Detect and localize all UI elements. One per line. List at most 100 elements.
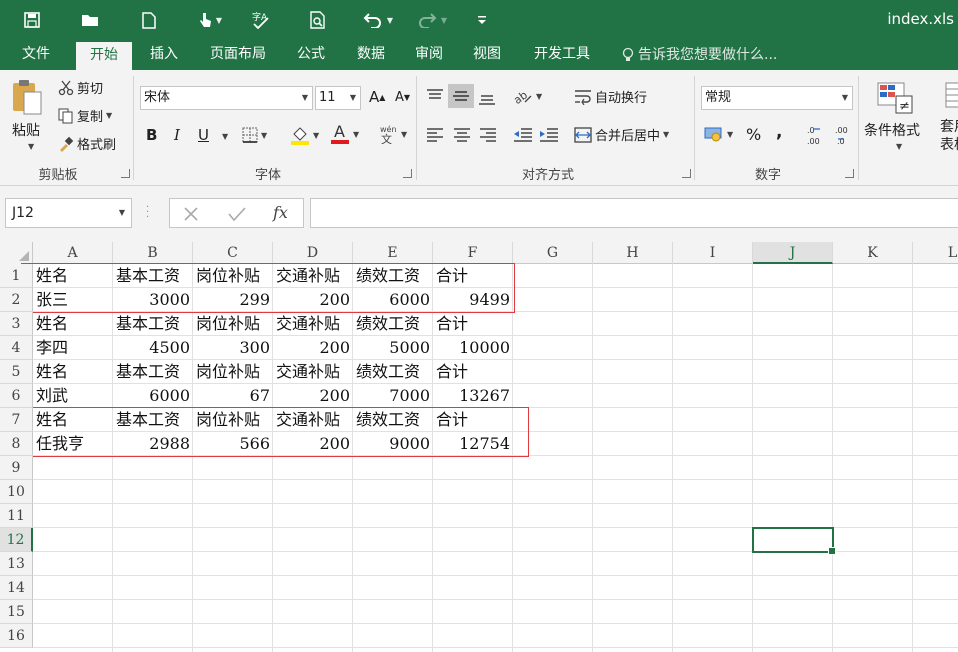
cell-c4[interactable]: 300 — [193, 336, 273, 360]
column-header-a[interactable]: A — [33, 242, 113, 264]
tab-page-layout[interactable]: 页面布局 — [196, 40, 280, 70]
cell-b6[interactable]: 6000 — [113, 384, 193, 408]
row-header-5[interactable]: 5 — [0, 360, 33, 384]
print-preview-icon[interactable] — [306, 8, 330, 32]
tab-developer[interactable]: 开发工具 — [520, 40, 604, 70]
cell-a4[interactable]: 李四 — [33, 336, 113, 360]
cell-e3[interactable]: 绩效工资 — [353, 312, 433, 336]
row-header-11[interactable]: 11 — [0, 504, 33, 528]
column-header-k[interactable]: K — [833, 242, 913, 264]
spelling-icon[interactable]: 字A — [248, 8, 274, 32]
tab-insert[interactable]: 插入 — [136, 40, 192, 70]
format-as-table-button[interactable]: 套用表格 — [940, 118, 958, 154]
touch-mode-icon[interactable]: ▼ — [190, 8, 230, 32]
column-header-f[interactable]: F — [433, 242, 513, 264]
row-header-15[interactable]: 15 — [0, 600, 33, 624]
clipboard-launcher-icon[interactable] — [121, 169, 130, 178]
align-middle-button[interactable] — [448, 84, 474, 108]
tab-review[interactable]: 审阅 — [402, 40, 456, 70]
cell-c3[interactable]: 岗位补贴 — [193, 312, 273, 336]
undo-icon[interactable]: ▼ — [358, 8, 398, 32]
align-bottom-button[interactable] — [478, 90, 496, 106]
row-header-10[interactable]: 10 — [0, 480, 33, 504]
formula-input[interactable] — [310, 198, 958, 228]
tab-home[interactable]: 开始 — [76, 42, 132, 70]
active-cell-j12[interactable] — [752, 527, 836, 555]
increase-decimal-button[interactable]: .0.00 — [806, 124, 826, 146]
font-launcher-icon[interactable] — [403, 169, 412, 178]
copy-button[interactable]: 复制 ▼ — [58, 106, 112, 125]
cell-b3[interactable]: 基本工资 — [113, 312, 193, 336]
paste-dropdown[interactable]: ▼ — [28, 142, 34, 151]
row-header-6[interactable]: 6 — [0, 384, 33, 408]
number-format-select[interactable]: 常规 ▼ — [701, 86, 853, 110]
enter-check-icon[interactable] — [228, 206, 246, 222]
decrease-decimal-button[interactable]: .00.0 — [834, 124, 854, 146]
underline-dropdown[interactable]: ▼ — [222, 132, 228, 141]
borders-button[interactable]: ▼ — [242, 127, 267, 143]
conditional-format-icon-btn[interactable]: ≠ — [877, 82, 913, 114]
percent-button[interactable]: % — [746, 125, 761, 144]
conditional-format-button[interactable]: 条件格式 — [864, 120, 920, 140]
decrease-indent-button[interactable] — [513, 127, 533, 143]
cell-a6[interactable]: 刘武 — [33, 384, 113, 408]
formula-bar-grip[interactable]: · · · — [146, 203, 150, 223]
row-header-1[interactable]: 1 — [0, 264, 33, 288]
redo-icon[interactable]: ▼ — [412, 8, 452, 32]
conditional-format-dropdown[interactable]: ▼ — [896, 142, 902, 151]
tab-view[interactable]: 视图 — [460, 40, 514, 70]
row-header-4[interactable]: 4 — [0, 336, 33, 360]
cell-a5[interactable]: 姓名 — [33, 360, 113, 384]
cell-e5[interactable]: 绩效工资 — [353, 360, 433, 384]
increase-indent-button[interactable] — [539, 127, 559, 143]
cut-button[interactable]: 剪切 — [58, 78, 103, 97]
cell-e4[interactable]: 5000 — [353, 336, 433, 360]
tab-formulas[interactable]: 公式 — [284, 40, 338, 70]
cell-d6[interactable]: 200 — [273, 384, 353, 408]
cell-f3[interactable]: 合计 — [433, 312, 513, 336]
underline-button[interactable]: U — [198, 126, 209, 144]
cell-d4[interactable]: 200 — [273, 336, 353, 360]
align-center-button[interactable] — [453, 127, 471, 143]
wrap-text-button[interactable]: 自动换行 — [574, 87, 647, 106]
row-header-16[interactable]: 16 — [0, 624, 33, 648]
cell-b4[interactable]: 4500 — [113, 336, 193, 360]
column-header-d[interactable]: D — [273, 242, 353, 264]
phonetic-guide-button[interactable]: wén 文 ▼ — [378, 124, 407, 144]
save-icon[interactable] — [20, 8, 44, 32]
font-color-button[interactable]: A ▼ — [330, 123, 359, 145]
insert-function-button[interactable]: fx — [273, 203, 288, 222]
row-header-2[interactable]: 2 — [0, 288, 33, 312]
select-all-corner[interactable] — [0, 242, 33, 264]
decrease-font-size-button[interactable]: A ▼ — [395, 90, 410, 105]
column-header-e[interactable]: E — [353, 242, 433, 264]
bold-button[interactable]: B — [146, 126, 157, 144]
number-launcher-icon[interactable] — [845, 169, 854, 178]
row-header-8[interactable]: 8 — [0, 432, 33, 456]
cell-f6[interactable]: 13267 — [433, 384, 513, 408]
paste-label[interactable]: 粘贴 — [12, 120, 40, 140]
cell-b5[interactable]: 基本工资 — [113, 360, 193, 384]
column-header-j[interactable]: J — [753, 242, 833, 264]
column-header-g[interactable]: G — [513, 242, 593, 264]
align-top-button[interactable] — [426, 88, 444, 104]
cell-f4[interactable]: 10000 — [433, 336, 513, 360]
paste-button[interactable] — [10, 78, 44, 116]
row-header-7[interactable]: 7 — [0, 408, 33, 432]
accounting-format-button[interactable]: ▼ — [704, 125, 733, 143]
row-header-14[interactable]: 14 — [0, 576, 33, 600]
column-header-b[interactable]: B — [113, 242, 193, 264]
cell-c6[interactable]: 67 — [193, 384, 273, 408]
tab-file[interactable]: 文件 — [8, 40, 64, 70]
align-left-button[interactable] — [426, 127, 444, 143]
column-header-h[interactable]: H — [593, 242, 673, 264]
cancel-icon[interactable] — [183, 206, 199, 222]
cell-a3[interactable]: 姓名 — [33, 312, 113, 336]
open-folder-icon[interactable] — [78, 8, 102, 32]
cell-f5[interactable]: 合计 — [433, 360, 513, 384]
spreadsheet-grid[interactable]: ABCDEFGHIJKL 姓名 基本工资 岗位补贴 交通补贴 绩效工资 合计 张三 3000 2… — [0, 242, 958, 652]
row-header-13[interactable]: 13 — [0, 552, 33, 576]
customize-toolbar-icon[interactable] — [474, 8, 490, 32]
italic-button[interactable]: I — [174, 126, 180, 144]
column-header-i[interactable]: I — [673, 242, 753, 264]
